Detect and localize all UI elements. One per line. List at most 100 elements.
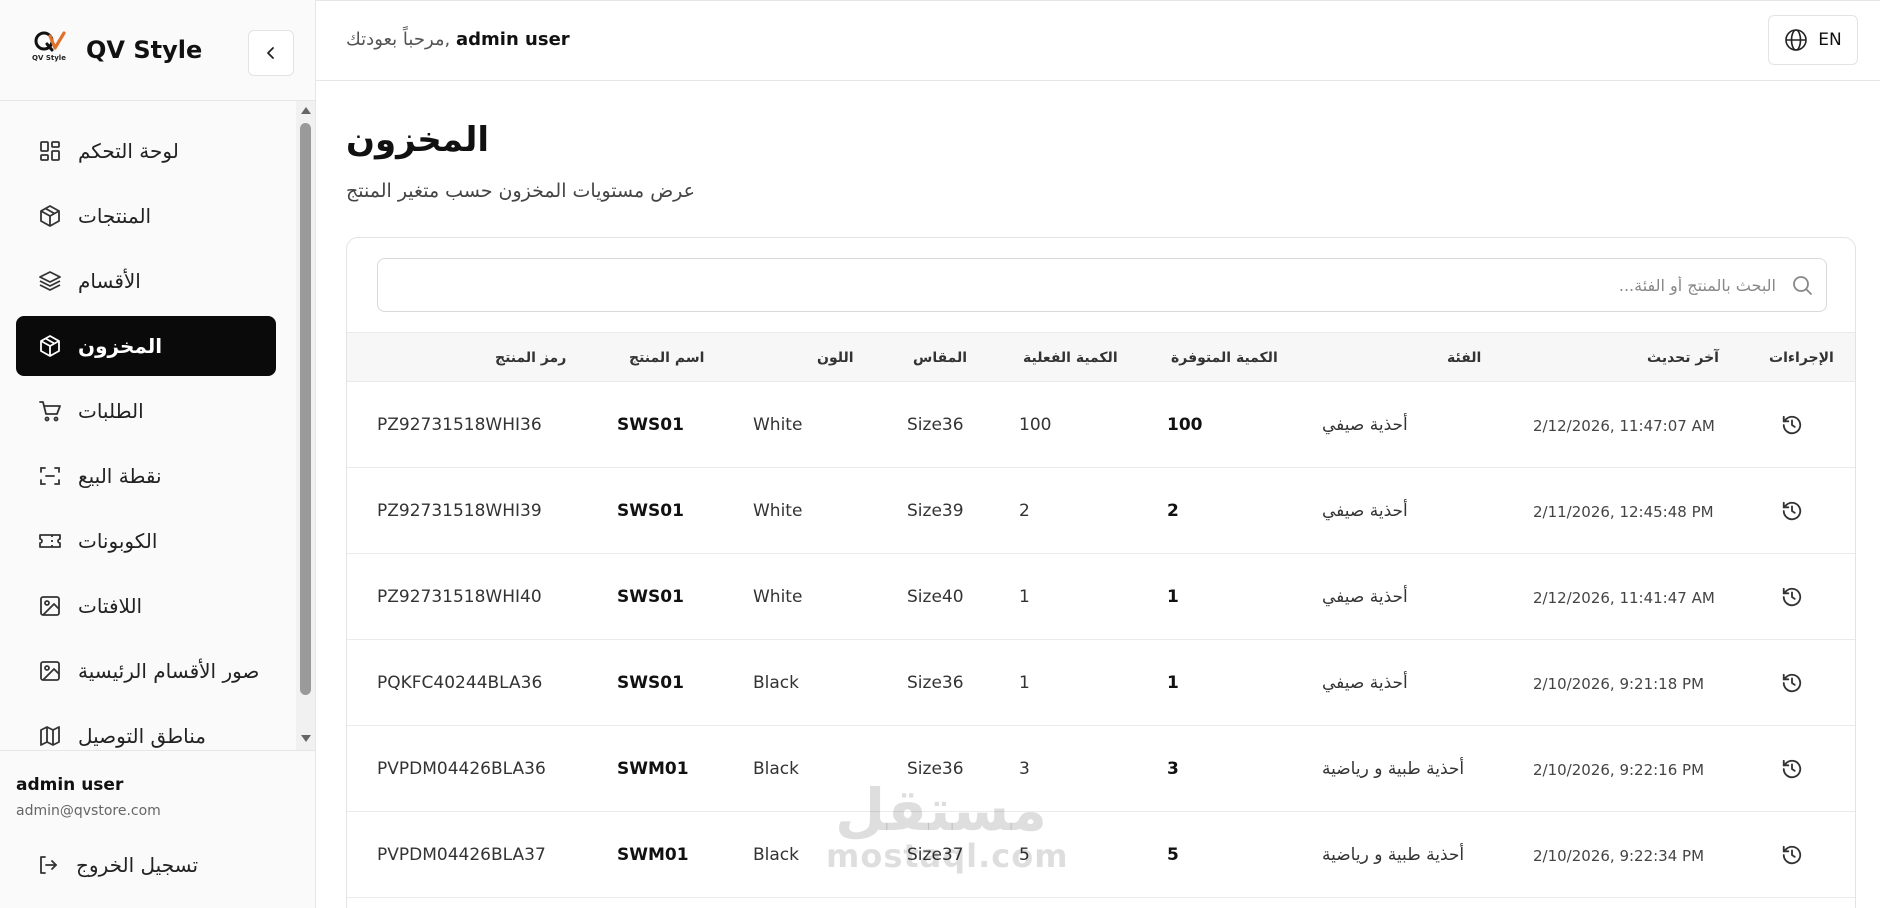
history-icon[interactable]	[1779, 670, 1805, 696]
cell-category: أحذية صيفي	[1322, 587, 1408, 607]
cell-updated: 2/10/2026, 9:22:34 PM	[1533, 847, 1705, 865]
table-header: رمز المنتج اسم المنتج اللون المقاس الكمي…	[347, 332, 1855, 382]
sidebar-nav: لوحة التحكم المنتجات الأقسام المخزون الط…	[0, 101, 296, 750]
col-header-sku[interactable]: رمز المنتج	[495, 350, 566, 366]
language-toggle-button[interactable]: EN	[1768, 15, 1858, 65]
cell-sku: PQKFC40244BLA36	[377, 673, 543, 693]
image-icon	[36, 592, 64, 620]
layers-icon	[36, 267, 64, 295]
cell-name: SWM01	[617, 845, 689, 865]
cell-available-qty: 1	[1167, 673, 1179, 693]
col-header-category[interactable]: الفئة	[1447, 350, 1481, 366]
history-icon[interactable]	[1779, 756, 1805, 782]
cell-sku: PVPDM04426BLA36	[377, 759, 546, 779]
cell-color: White	[753, 501, 803, 521]
brand-header: QV Style QV Style	[0, 0, 315, 101]
sidebar-item-label: الطلبات	[78, 399, 144, 423]
scrollbar-thumb[interactable]	[300, 123, 311, 695]
cell-name: SWS01	[617, 673, 684, 693]
map-icon	[36, 722, 64, 750]
sidebar-item-dashboard[interactable]: لوحة التحكم	[16, 121, 276, 181]
globe-icon	[1785, 29, 1808, 51]
cell-sku: PZ92731518WHI39	[377, 501, 542, 521]
sidebar-item-coupons[interactable]: الكوبونات	[16, 511, 276, 571]
cell-updated: 2/11/2026, 12:45:48 PM	[1533, 503, 1714, 521]
sidebar-item-inventory[interactable]: المخزون	[16, 316, 276, 376]
inventory-card: رمز المنتج اسم المنتج اللون المقاس الكمي…	[346, 237, 1856, 908]
cell-color: Black	[753, 845, 799, 865]
cell-size: Size40	[907, 587, 964, 607]
user-email: admin@qvstore.com	[16, 803, 161, 819]
table-row: PZ92731518WHI40 SWS01 White Size40 1 1 أ…	[347, 554, 1855, 640]
cell-color: Black	[753, 673, 799, 693]
table-row: PQKFC40244BLA36 SWS01 Black Size36 1 1 أ…	[347, 640, 1855, 726]
sidebar-item-label: لوحة التحكم	[78, 139, 179, 163]
col-header-updated[interactable]: آخر تحديث	[1647, 350, 1719, 366]
cell-sku: PZ92731518WHI40	[377, 587, 542, 607]
col-header-actions: الإجراءات	[1769, 350, 1834, 366]
cell-category: أحذية طبية و رياضية	[1322, 845, 1465, 865]
brand-name: QV Style	[86, 36, 203, 64]
sidebar-item-label: مناطق التوصيل	[78, 724, 206, 748]
table-row: PVPDM04426BLA36 SWM01 Black Size36 3 3 أ…	[347, 726, 1855, 812]
col-header-color[interactable]: اللون	[817, 350, 854, 366]
cell-available-qty: 2	[1167, 501, 1179, 521]
cell-actual-qty: 3	[1019, 759, 1030, 779]
sidebar-scrollbar[interactable]	[296, 101, 315, 750]
cell-category: أحذية طبية و رياضية	[1322, 759, 1465, 779]
table-row: PZ92731518WHI36 SWS01 White Size36 100 1…	[347, 382, 1855, 468]
cell-updated: 2/12/2026, 11:47:07 AM	[1533, 417, 1715, 435]
col-header-actual-qty[interactable]: الكمية الفعلية	[1023, 350, 1118, 366]
col-header-name[interactable]: اسم المنتج	[629, 350, 704, 366]
search-box	[377, 258, 1827, 312]
cell-available-qty: 100	[1167, 415, 1203, 435]
cell-updated: 2/10/2026, 9:22:16 PM	[1533, 761, 1705, 779]
table-row: PZ92731518WHI39 SWS01 White Size39 2 2 أ…	[347, 468, 1855, 554]
top-header: مرحباً بعودتك, admin user EN	[316, 0, 1880, 81]
history-icon[interactable]	[1779, 412, 1805, 438]
cell-size: Size36	[907, 673, 964, 693]
history-icon[interactable]	[1779, 498, 1805, 524]
logout-label: تسجيل الخروج	[76, 853, 199, 877]
welcome-user: admin user	[456, 29, 570, 50]
cell-available-qty: 3	[1167, 759, 1179, 779]
welcome-message: مرحباً بعودتك, admin user	[346, 29, 570, 50]
scroll-up-arrow-icon[interactable]	[301, 107, 311, 114]
sidebar-item-banners[interactable]: اللافتات	[16, 576, 276, 636]
logout-icon	[40, 856, 57, 874]
sidebar-item-categories[interactable]: الأقسام	[16, 251, 276, 311]
cell-name: SWS01	[617, 501, 684, 521]
scroll-down-arrow-icon[interactable]	[301, 735, 311, 742]
user-panel: admin user admin@qvstore.com تسجيل الخرو…	[0, 750, 315, 908]
col-header-available-qty[interactable]: الكمية المتوفرة	[1171, 350, 1278, 366]
cell-name: SWS01	[617, 587, 684, 607]
sidebar-item-pos[interactable]: نقطة البيع	[16, 446, 276, 506]
sidebar-item-main-category-images[interactable]: صور الأقسام الرئيسية	[16, 641, 276, 701]
cell-sku: PZ92731518WHI36	[377, 415, 542, 435]
search-input[interactable]	[396, 259, 1776, 311]
cell-available-qty: 1	[1167, 587, 1179, 607]
cell-name: SWM01	[617, 759, 689, 779]
cell-size: Size39	[907, 501, 964, 521]
history-icon[interactable]	[1779, 842, 1805, 868]
sidebar-item-delivery-zones[interactable]: مناطق التوصيل	[16, 706, 276, 750]
language-label: EN	[1818, 30, 1842, 50]
cell-name: SWS01	[617, 415, 684, 435]
sidebar-item-label: الأقسام	[78, 269, 141, 293]
sidebar: QV Style QV Style لوحة التحكم المنتجات ا…	[0, 0, 316, 908]
sidebar-item-orders[interactable]: الطلبات	[16, 381, 276, 441]
history-icon[interactable]	[1779, 584, 1805, 610]
sidebar-item-label: المنتجات	[78, 204, 152, 228]
cell-actual-qty: 1	[1019, 587, 1030, 607]
welcome-prefix: مرحباً بعودتك,	[346, 29, 451, 50]
logout-button[interactable]: تسجيل الخروج	[36, 853, 198, 877]
table-row: PVPDM04426BLA37 SWM01 Black Size37 5 5 أ…	[347, 812, 1855, 898]
cell-size: Size36	[907, 415, 964, 435]
col-header-size[interactable]: المقاس	[913, 350, 967, 366]
cart-icon	[36, 397, 64, 425]
sidebar-item-label: اللافتات	[78, 594, 143, 618]
cell-sku: PVPDM04426BLA37	[377, 845, 546, 865]
collapse-sidebar-button[interactable]	[248, 30, 294, 76]
cell-color: White	[753, 587, 803, 607]
sidebar-item-products[interactable]: المنتجات	[16, 186, 276, 246]
